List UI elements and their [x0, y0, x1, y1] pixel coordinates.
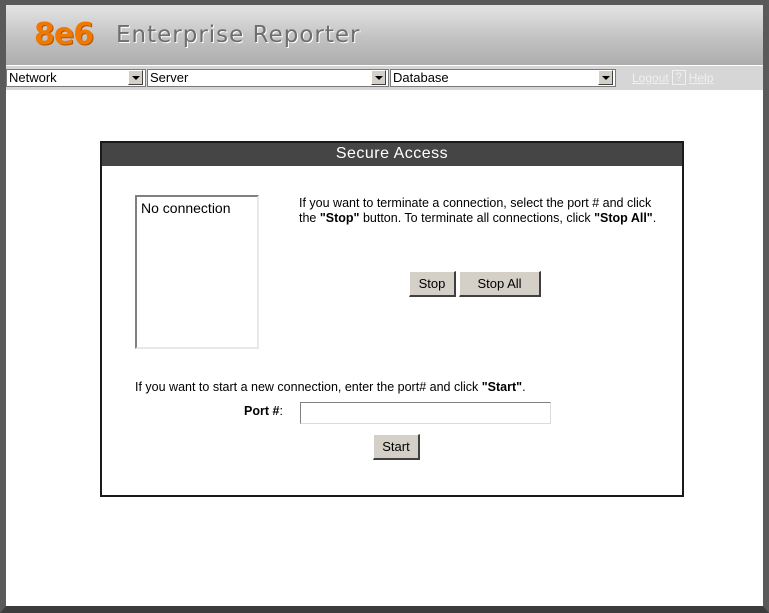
- info-text-3: .: [652, 211, 657, 225]
- info-stop-all-label: "Stop All": [594, 211, 653, 225]
- database-select-value: Database: [393, 70, 449, 85]
- start-period: .: [522, 380, 526, 394]
- terminate-instructions: If you want to terminate a connection, s…: [299, 196, 669, 226]
- panel-title: Secure Access: [102, 143, 682, 166]
- list-item[interactable]: No connection: [141, 200, 253, 216]
- connection-list[interactable]: No connection: [135, 195, 259, 349]
- start-text: If you want to start a new connection, e…: [135, 380, 482, 394]
- port-label-colon: :: [279, 404, 283, 418]
- chevron-down-icon[interactable]: [371, 70, 386, 85]
- app-header: 8e6 Enterprise Reporter: [6, 5, 763, 65]
- server-select[interactable]: Server: [147, 69, 389, 87]
- nav-bar: Network Server Database Logout ? Help: [6, 66, 763, 90]
- help-icon[interactable]: ?: [671, 70, 686, 85]
- secure-access-panel: Secure Access No connection If you want …: [100, 141, 684, 497]
- stop-button[interactable]: Stop: [409, 271, 456, 297]
- start-instructions: If you want to start a new connection, e…: [135, 380, 526, 394]
- server-select-value: Server: [150, 70, 189, 85]
- port-label-text: Port #: [244, 404, 280, 418]
- nav-links: Logout ? Help: [632, 70, 713, 85]
- logout-link[interactable]: Logout: [632, 71, 669, 85]
- database-select[interactable]: Database: [390, 69, 616, 87]
- start-quote-label: "Start": [481, 380, 523, 394]
- chevron-down-icon[interactable]: [128, 70, 143, 85]
- info-text-2: button. To terminate all connections, cl…: [359, 211, 595, 225]
- info-stop-label: "Stop": [319, 211, 360, 225]
- port-input[interactable]: [300, 402, 551, 424]
- app-window: 8e6 Enterprise Reporter Network Server D…: [0, 0, 769, 613]
- stop-all-button[interactable]: Stop All: [459, 271, 541, 297]
- brand-logo: 8e6: [34, 17, 94, 52]
- network-select[interactable]: Network: [6, 69, 146, 87]
- network-select-value: Network: [9, 70, 57, 85]
- help-link[interactable]: Help: [689, 71, 714, 85]
- chevron-down-icon[interactable]: [598, 70, 613, 85]
- app-title: Enterprise Reporter: [116, 22, 361, 48]
- start-button[interactable]: Start: [373, 434, 420, 460]
- port-label: Port #:: [244, 404, 283, 418]
